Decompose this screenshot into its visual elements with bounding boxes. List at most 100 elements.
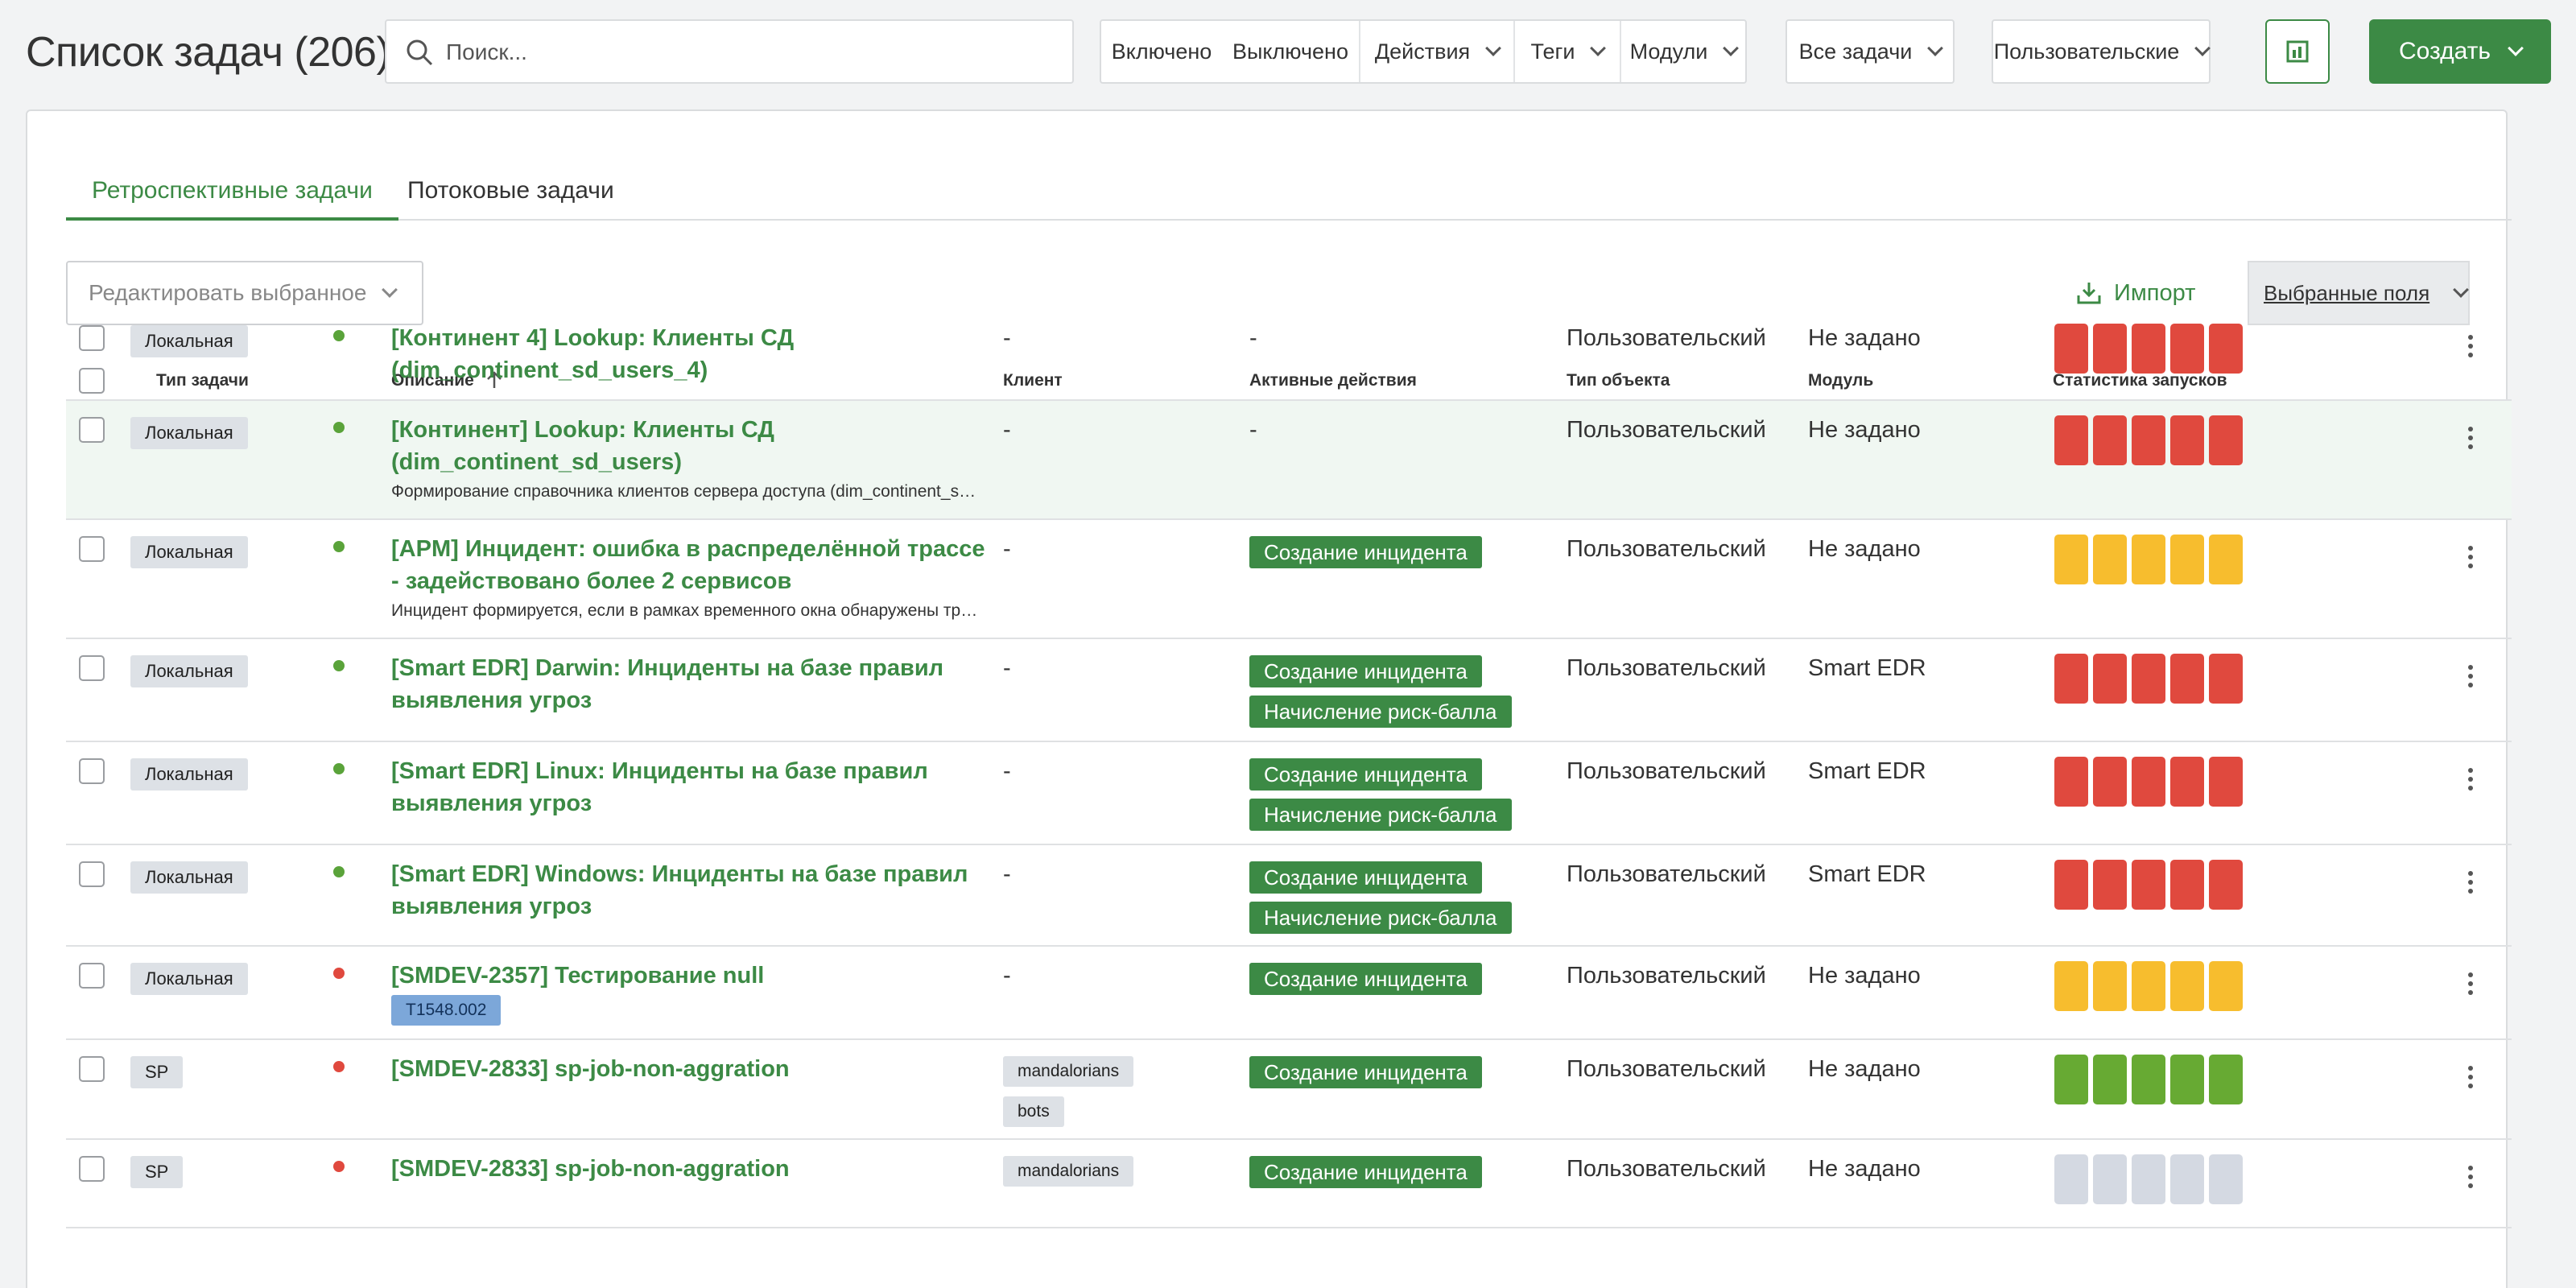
row-checkbox[interactable]	[79, 758, 105, 784]
filter-enabled[interactable]: Включено	[1101, 21, 1222, 82]
tab-streaming[interactable]: Потоковые задачи	[407, 166, 614, 221]
table-row[interactable]: Локальная [Smart EDR] Linux: Инциденты на…	[66, 742, 2512, 845]
technique-tag[interactable]: T1548.002	[391, 995, 502, 1026]
run-stats[interactable]	[2054, 860, 2243, 910]
row-menu-icon[interactable]	[2468, 972, 2476, 999]
task-title-link[interactable]: [Континент] Lookup: Клиенты СД (dim_cont…	[391, 414, 995, 478]
row-menu-icon[interactable]	[2468, 427, 2476, 453]
row-menu-icon[interactable]	[2468, 768, 2476, 795]
run-stats[interactable]	[2054, 1055, 2243, 1104]
filter-actions[interactable]: Действия	[1360, 21, 1515, 82]
run-status-square	[2170, 324, 2204, 374]
chart-icon	[2286, 40, 2309, 63]
client-tag[interactable]: mandalorians	[1003, 1056, 1134, 1087]
client-tag[interactable]: bots	[1003, 1096, 1064, 1127]
run-status-square	[2170, 860, 2204, 910]
status-dot-icon	[333, 541, 345, 552]
all-tasks-button[interactable]: Все задачи	[1787, 21, 1953, 82]
object-type-value: Пользовательский	[1567, 536, 1766, 562]
table-row[interactable]: Локальная [Smart EDR] Windows: Инциденты …	[66, 845, 2512, 947]
row-checkbox[interactable]	[79, 417, 105, 443]
client-value: -	[1003, 861, 1011, 887]
action-badge: Создание инцидента	[1249, 963, 1482, 995]
table-row[interactable]: SP [SMDEV-2833] sp-job-non-aggration manda…	[66, 1040, 2512, 1140]
row-checkbox[interactable]	[79, 1156, 105, 1182]
client-tag[interactable]: mandalorians	[1003, 1156, 1134, 1187]
client-value: -	[1003, 417, 1011, 443]
search-box[interactable]	[385, 19, 1074, 84]
run-status-square	[2132, 1055, 2165, 1104]
run-status-square	[2093, 535, 2127, 584]
run-stats[interactable]	[2054, 535, 2243, 584]
custom-button[interactable]: Пользовательские	[1993, 21, 2211, 82]
table-row[interactable]: Локальная [Континент] Lookup: Клиенты СД …	[66, 401, 2512, 520]
run-stats[interactable]	[2054, 757, 2243, 807]
run-status-square	[2054, 654, 2088, 704]
run-stats[interactable]	[2054, 1154, 2243, 1204]
filter-disabled[interactable]: Выключено	[1222, 21, 1360, 82]
run-status-square	[2093, 1055, 2127, 1104]
chevron-down-icon	[1485, 40, 1502, 56]
run-status-square	[2132, 1154, 2165, 1204]
module-value: Не задано	[1808, 963, 1921, 989]
row-menu-icon[interactable]	[2468, 1166, 2476, 1192]
table-row[interactable]: Локальная [Smart EDR] Darwin: Инциденты н…	[66, 639, 2512, 742]
run-status-square	[2093, 757, 2127, 807]
run-stats[interactable]	[2054, 961, 2243, 1011]
row-menu-icon[interactable]	[2468, 546, 2476, 572]
row-menu-icon[interactable]	[2468, 335, 2476, 361]
run-stats[interactable]	[2054, 415, 2243, 465]
all-tasks-dropdown[interactable]: Все задачи	[1785, 19, 1955, 84]
custom-label: Пользовательские	[1993, 39, 2180, 64]
table-row[interactable]: Локальная [Континент 4] Lookup: Клиенты С…	[66, 309, 2512, 401]
run-stats[interactable]	[2054, 324, 2243, 374]
row-checkbox[interactable]	[79, 1056, 105, 1082]
object-type-value: Пользовательский	[1567, 417, 1766, 443]
task-title-link[interactable]: [Континент 4] Lookup: Клиенты СД (dim_co…	[391, 322, 995, 386]
custom-dropdown[interactable]: Пользовательские	[1992, 19, 2211, 84]
filter-modules[interactable]: Модули	[1621, 21, 1745, 82]
table-row[interactable]: Локальная [SMDEV-2357] Тестирование null T…	[66, 947, 2512, 1040]
edit-selected-label: Редактировать выбранное	[89, 280, 367, 305]
task-type-badge: SP	[130, 1056, 184, 1088]
action-badge: Начисление риск-балла	[1249, 696, 1512, 728]
action-badge: Начисление риск-балла	[1249, 799, 1512, 831]
create-label: Создать	[2398, 38, 2491, 64]
task-title-link[interactable]: [APM] Инцидент: ошибка в распределённой …	[391, 533, 995, 597]
stats-button[interactable]	[2265, 19, 2330, 84]
task-title-link[interactable]: [SMDEV-2357] Тестирование null	[391, 960, 995, 992]
filter-tags[interactable]: Теги	[1515, 21, 1621, 82]
table-row[interactable]: Локальная [APM] Инцидент: ошибка в распре…	[66, 520, 2512, 639]
run-status-square	[2054, 961, 2088, 1011]
row-checkbox[interactable]	[79, 536, 105, 562]
description-cell: [Smart EDR] Windows: Инциденты на базе п…	[391, 858, 995, 923]
run-status-square	[2093, 415, 2127, 465]
row-checkbox[interactable]	[79, 325, 105, 351]
run-status-square	[2054, 757, 2088, 807]
row-checkbox[interactable]	[79, 963, 105, 989]
row-checkbox[interactable]	[79, 861, 105, 887]
task-title-link[interactable]: [Smart EDR] Linux: Инциденты на базе пра…	[391, 755, 995, 819]
task-title-link[interactable]: [Smart EDR] Windows: Инциденты на базе п…	[391, 858, 995, 923]
run-status-square	[2170, 757, 2204, 807]
row-menu-icon[interactable]	[2468, 665, 2476, 691]
actions-cell: Создание инцидента	[1249, 1156, 1555, 1196]
table-row[interactable]: SP [SMDEV-2833] sp-job-non-aggration manda…	[66, 1140, 2512, 1228]
run-stats[interactable]	[2054, 654, 2243, 704]
row-checkbox[interactable]	[79, 655, 105, 681]
run-status-square	[2093, 961, 2127, 1011]
status-dot-icon	[333, 1061, 345, 1072]
tab-bar: Ретроспективные задачи Потоковые задачи	[66, 166, 2512, 221]
task-title-link[interactable]: [SMDEV-2833] sp-job-non-aggration	[391, 1053, 995, 1085]
module-value: Не задано	[1808, 325, 1921, 351]
create-button[interactable]: Создать	[2369, 19, 2551, 84]
tab-retrospective[interactable]: Ретроспективные задачи	[66, 166, 398, 221]
chevron-down-icon	[2453, 282, 2470, 298]
task-title-link[interactable]: [SMDEV-2833] sp-job-non-aggration	[391, 1153, 995, 1185]
actions-cell: Создание инцидента Начисление риск-балла	[1249, 861, 1555, 942]
search-input[interactable]	[446, 32, 1058, 72]
row-menu-icon[interactable]	[2468, 871, 2476, 898]
row-menu-icon[interactable]	[2468, 1066, 2476, 1092]
search-icon	[407, 39, 433, 66]
task-title-link[interactable]: [Smart EDR] Darwin: Инциденты на базе пр…	[391, 652, 995, 716]
